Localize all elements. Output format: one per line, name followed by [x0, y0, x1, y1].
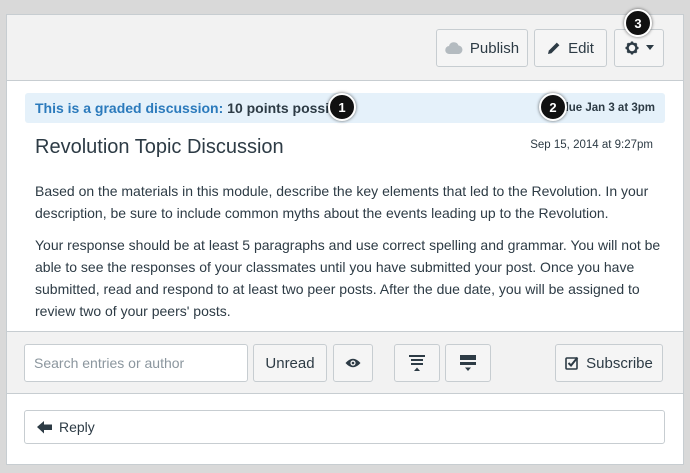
unread-button[interactable]: Unread	[253, 344, 327, 382]
discussion-filter-bar: Unread	[7, 331, 683, 394]
discussion-paragraph: Based on the materials in this module, d…	[35, 183, 649, 221]
discussion-paragraph: Your response should be at least 5 parag…	[35, 237, 661, 319]
graded-label: This is a graded discussion:	[35, 100, 224, 116]
expand-icon	[460, 355, 476, 371]
due-date: due Jan 3 at 3pm	[561, 102, 655, 114]
subscribe-label: Subscribe	[586, 354, 653, 372]
graded-info: This is a graded discussion: 10 points p…	[35, 100, 349, 116]
collapse-icon	[409, 355, 425, 371]
edit-label: Edit	[568, 39, 594, 57]
gear-icon	[625, 41, 638, 55]
discussion-title: Revolution Topic Discussion	[35, 136, 284, 158]
publish-label: Publish	[469, 39, 520, 57]
publish-button[interactable]: Publish	[436, 29, 528, 67]
caret-down-icon	[645, 45, 654, 50]
checkbox-icon	[565, 356, 579, 370]
reply-arrow-icon	[37, 420, 52, 433]
expand-replies-button[interactable]	[445, 344, 491, 382]
toolbar: Publish Edit	[7, 15, 683, 81]
posted-date: Sep 15, 2014 at 9:27pm	[530, 139, 653, 151]
edit-button[interactable]: Edit	[534, 29, 607, 67]
search-input[interactable]	[24, 344, 248, 382]
callout-marker: 2	[539, 93, 567, 121]
callout-marker: 1	[328, 93, 356, 121]
eye-icon	[345, 358, 361, 368]
reply-button[interactable]: Reply	[24, 410, 665, 444]
collapse-replies-button[interactable]	[394, 344, 440, 382]
discussion-panel: Publish Edit This is a graded discussion…	[6, 14, 684, 465]
pencil-icon	[548, 42, 560, 54]
callout-marker: 3	[624, 9, 652, 37]
subscribe-button[interactable]: Subscribe	[555, 344, 663, 382]
unread-label: Unread	[265, 354, 315, 372]
reply-label: Reply	[59, 419, 95, 435]
mark-read-button[interactable]	[333, 344, 373, 382]
cloud-icon	[445, 42, 463, 55]
